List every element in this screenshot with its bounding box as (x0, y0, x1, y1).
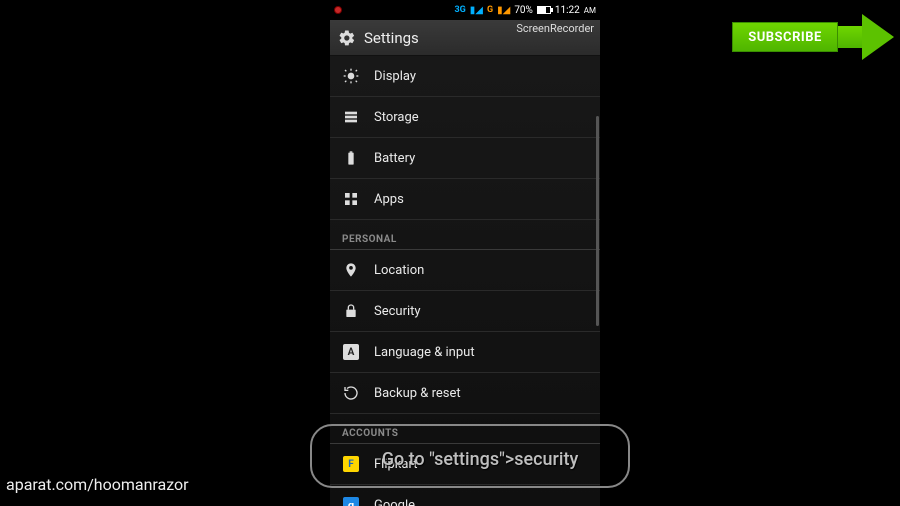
recording-indicator-icon (334, 6, 342, 14)
section-header-accounts: ACCOUNTS (330, 414, 600, 444)
flipkart-icon: F (342, 455, 360, 473)
settings-row-storage[interactable]: Storage (330, 97, 600, 138)
brightness-icon (342, 67, 360, 85)
language-icon: A (342, 343, 360, 361)
lock-icon (342, 302, 360, 320)
row-label: Flipkart (374, 457, 417, 472)
settings-row-flipkart[interactable]: F Flipkart (330, 444, 600, 485)
signal-bars-1-icon: ▮◢ (470, 5, 483, 16)
battery-percent: 70% (514, 5, 533, 16)
settings-row-display[interactable]: Display (330, 56, 600, 97)
arrow-head-icon (862, 14, 894, 60)
page-title: Settings (364, 29, 419, 47)
section-header-personal: PERSONAL (330, 220, 600, 250)
battery-icon (537, 6, 551, 14)
row-label: Language & input (374, 345, 475, 360)
storage-icon (342, 108, 360, 126)
subscribe-label: SUBSCRIBE (748, 30, 822, 45)
row-label: Backup & reset (374, 386, 461, 401)
row-label: Storage (374, 110, 419, 125)
settings-row-apps[interactable]: Apps (330, 179, 600, 220)
arrow-body (838, 26, 864, 48)
app-header: Settings ScreenRecorder (330, 20, 600, 56)
settings-row-security[interactable]: Security (330, 291, 600, 332)
settings-row-location[interactable]: Location (330, 250, 600, 291)
settings-row-google[interactable]: g Google (330, 485, 600, 506)
settings-row-battery[interactable]: Battery (330, 138, 600, 179)
network-g-label: G (487, 5, 493, 15)
row-label: Google (374, 498, 415, 506)
phone-screen: 3G ▮◢ G ▮◢ 70% 11:22 AM Settings ScreenR… (330, 0, 600, 506)
row-label: Display (374, 69, 416, 84)
backup-icon (342, 384, 360, 402)
row-label: Apps (374, 192, 404, 207)
row-label: Location (374, 263, 424, 278)
signal-bars-2-icon: ▮◢ (497, 5, 510, 16)
apps-icon (342, 190, 360, 208)
battery-icon (342, 149, 360, 167)
clock-ampm: AM (584, 6, 596, 15)
google-icon: g (342, 496, 360, 506)
clock-time: 11:22 (555, 5, 580, 16)
location-icon (342, 261, 360, 279)
row-label: Security (374, 304, 421, 319)
video-watermark: aparat.com/hoomanrazor (6, 475, 189, 494)
subscribe-button[interactable]: SUBSCRIBE (732, 22, 838, 52)
scrollbar[interactable] (596, 116, 599, 326)
row-label: Battery (374, 151, 415, 166)
gear-icon (338, 29, 356, 47)
settings-row-language[interactable]: A Language & input (330, 332, 600, 373)
settings-list[interactable]: Display Storage Battery Apps PERSONAL (330, 56, 600, 506)
screen-recorder-label: ScreenRecorder (516, 22, 594, 35)
network-3g-label: 3G (454, 5, 465, 15)
status-bar: 3G ▮◢ G ▮◢ 70% 11:22 AM (330, 0, 600, 20)
settings-row-backup[interactable]: Backup & reset (330, 373, 600, 414)
